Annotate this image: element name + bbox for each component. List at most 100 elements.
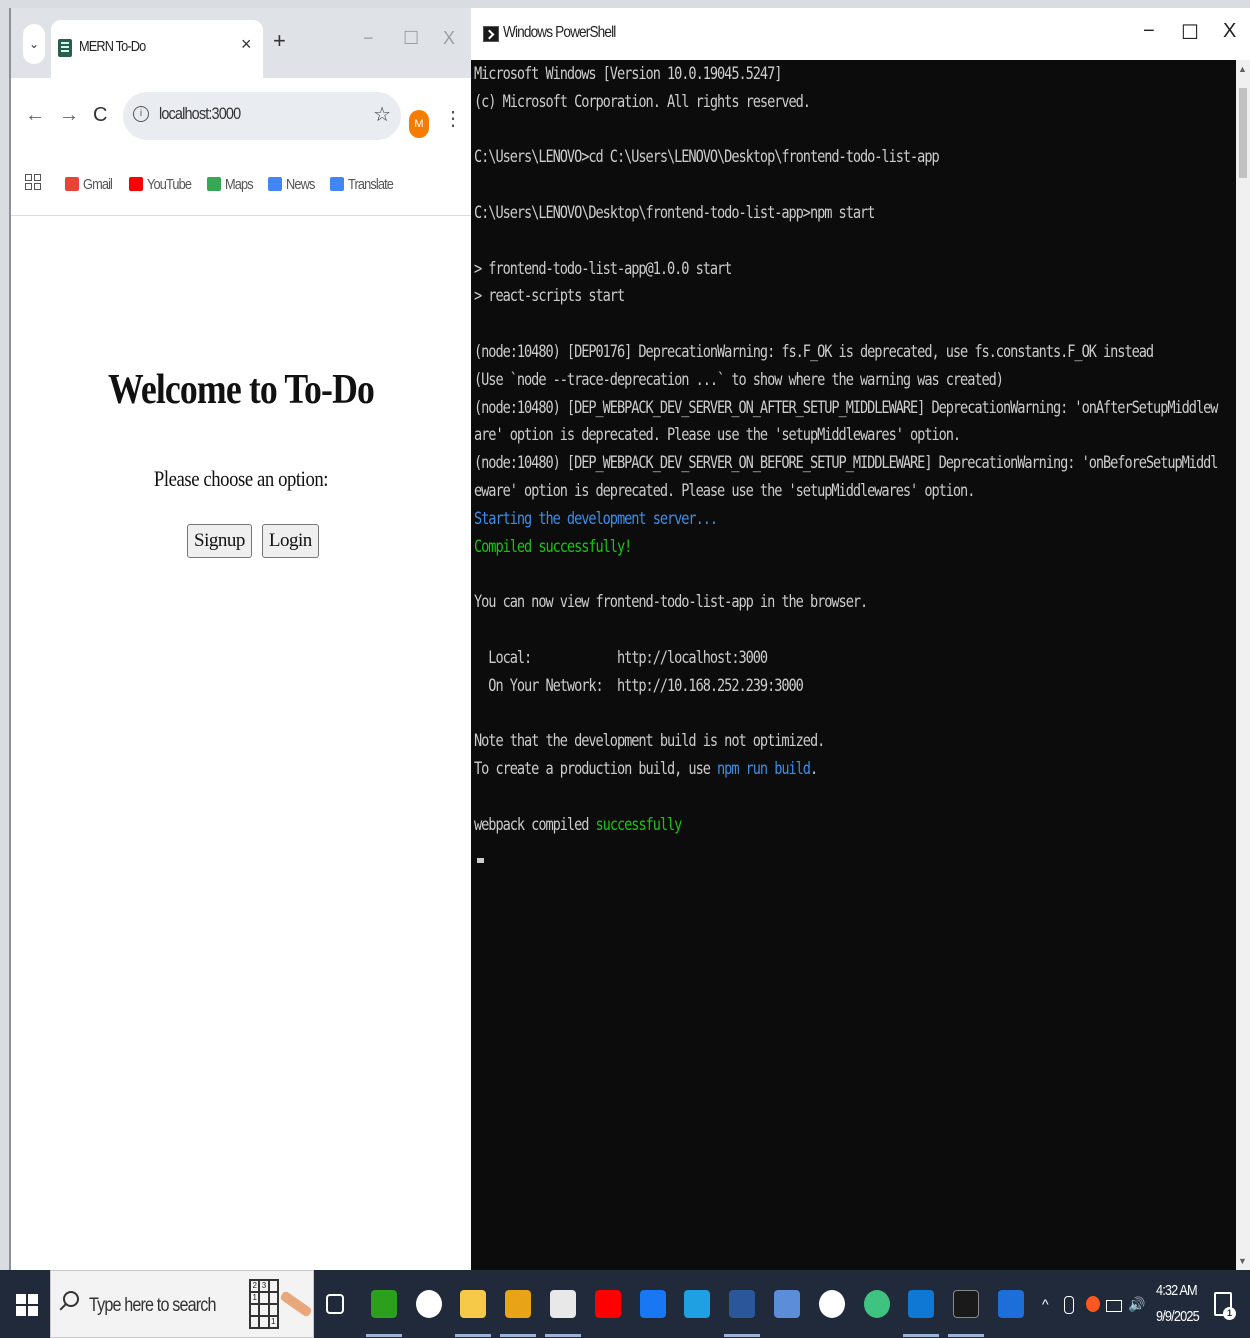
- running-indicator: [948, 1334, 985, 1337]
- taskbar: Type here to search 2311 ^ 🔊 4:32 AM 9/9…: [0, 1270, 1250, 1338]
- quickbooks-icon[interactable]: [370, 1290, 397, 1318]
- console-line: (node:10480) [DEP_WEBPACK_DEV_SERVER_ON_…: [474, 453, 1218, 474]
- console-line: > frontend-todo-list-app@1.0.0 start: [474, 258, 732, 279]
- ps-minimize-button[interactable]: −: [1143, 20, 1155, 43]
- console-line: webpack compiled successfully: [474, 814, 682, 835]
- file-explorer-icon[interactable]: [460, 1290, 487, 1318]
- paint-icon[interactable]: [998, 1290, 1024, 1318]
- close-window-button[interactable]: X: [443, 28, 455, 49]
- scroll-up-icon[interactable]: ▲: [1238, 64, 1247, 74]
- ps-maximize-button[interactable]: ☐: [1181, 20, 1199, 45]
- pencil-icon: [279, 1290, 313, 1318]
- outlook-icon[interactable]: [908, 1290, 935, 1318]
- powershell-title-bar: Windows PowerShell − ☐ X: [471, 8, 1250, 60]
- apps-grid-icon[interactable]: [25, 174, 41, 190]
- bookmark-news[interactable]: News: [268, 172, 320, 196]
- address-bar[interactable]: i localhost:3000 ☆: [123, 92, 401, 140]
- search-icon: [63, 1291, 79, 1307]
- bookmark-star-icon[interactable]: ☆: [373, 102, 391, 127]
- tab-search-icon[interactable]: ⌄: [23, 24, 45, 64]
- minimize-button[interactable]: −: [363, 28, 374, 49]
- console-line: (c) Microsoft Corporation. All rights re…: [474, 91, 811, 112]
- gmail-icon: [65, 177, 79, 191]
- news-icon: [268, 177, 282, 191]
- ps-close-button[interactable]: X: [1223, 20, 1236, 43]
- edge-icon[interactable]: [684, 1290, 711, 1318]
- bookmarks-bar: Gmail YouTube Maps News Translate: [11, 156, 471, 216]
- site-info-icon[interactable]: i: [133, 106, 149, 122]
- chrome-icon[interactable]: [505, 1290, 532, 1318]
- page-subtitle: Please choose an option:: [153, 466, 329, 491]
- console-line: Local: http://localhost:3000: [474, 647, 768, 668]
- tray-chrome-icon[interactable]: [1086, 1296, 1100, 1312]
- tray-chevron-icon[interactable]: ^: [1042, 1296, 1049, 1312]
- powershell-title: Windows PowerShell: [503, 24, 616, 41]
- circle-app-icon[interactable]: [863, 1290, 890, 1318]
- windows-start-icon[interactable]: [16, 1294, 38, 1316]
- bookmark-gmail[interactable]: Gmail: [65, 172, 117, 196]
- app-icon[interactable]: [774, 1290, 800, 1318]
- search-placeholder[interactable]: Type here to search: [89, 1295, 216, 1317]
- console-cursor: [477, 858, 484, 863]
- running-indicator: [455, 1334, 492, 1337]
- bookmark-translate[interactable]: Translate: [330, 172, 401, 196]
- maximize-button[interactable]: ☐: [403, 28, 419, 49]
- tab-close-icon[interactable]: ×: [241, 34, 252, 55]
- taskbar-search[interactable]: Type here to search 2311: [50, 1270, 314, 1338]
- battery-icon[interactable]: [1106, 1300, 1122, 1312]
- powershell-icon: [483, 26, 499, 42]
- running-indicator: [724, 1334, 761, 1337]
- terminal-icon[interactable]: [953, 1290, 980, 1318]
- console-line: C:\Users\LENOVO\Desktop\frontend-todo-li…: [474, 203, 875, 223]
- tab-title: MERN To-Do: [79, 38, 146, 55]
- console-output[interactable]: Microsoft Windows [Version 10.0.19045.52…: [474, 64, 1239, 1264]
- console-line: Note that the development build is not o…: [474, 731, 825, 752]
- running-indicator: [545, 1334, 581, 1337]
- tab-mern-todo[interactable]: MERN To-Do ×: [51, 20, 263, 78]
- bookmark-youtube[interactable]: YouTube: [129, 172, 199, 196]
- volume-icon[interactable]: 🔊: [1128, 1296, 1145, 1313]
- task-view-icon[interactable]: [326, 1294, 344, 1314]
- option-buttons: Signup Login: [187, 524, 319, 558]
- facebook-icon[interactable]: [639, 1290, 666, 1318]
- tray-app-icon[interactable]: [1064, 1296, 1074, 1314]
- console-scrollbar[interactable]: ▲ ▼: [1236, 60, 1250, 1270]
- word-icon[interactable]: [729, 1290, 756, 1318]
- login-button[interactable]: Login: [261, 524, 319, 558]
- page-title: Welcome to To-Do: [107, 367, 375, 413]
- scroll-thumb[interactable]: [1239, 88, 1247, 178]
- profile-avatar[interactable]: M: [409, 110, 429, 138]
- notification-badge: 1: [1223, 1307, 1236, 1320]
- reload-icon[interactable]: C: [93, 104, 107, 127]
- back-icon[interactable]: ←: [25, 104, 45, 127]
- console-line: On Your Network: http://10.168.252.239:3…: [474, 675, 804, 696]
- scroll-down-icon[interactable]: ▼: [1238, 1256, 1247, 1266]
- console-line: (Use `node --trace-deprecation ...` to s…: [474, 369, 1004, 390]
- console-line: You can now view frontend-todo-list-app …: [474, 592, 868, 613]
- clock-date[interactable]: 9/9/2025: [1156, 1308, 1200, 1325]
- todo-favicon-icon: [58, 39, 72, 57]
- signup-button[interactable]: Signup: [187, 524, 252, 558]
- console-line: C:\Users\LENOVO>cd C:\Users\LENOVO\Deskt…: [474, 147, 940, 168]
- address-url[interactable]: localhost:3000: [159, 104, 241, 124]
- running-indicator: [365, 1334, 402, 1337]
- console-line: To create a production build, use npm ru…: [474, 759, 818, 779]
- forward-icon[interactable]: →: [59, 104, 79, 127]
- page-content: Welcome to To-Do Please choose an option…: [11, 216, 471, 1270]
- notification-icon[interactable]: 1: [1214, 1292, 1236, 1320]
- browser-window: ⌄ MERN To-Do × + − ☐ X ← → C i localhost…: [9, 8, 471, 1270]
- console-line: Starting the development server...: [474, 508, 718, 529]
- console-line: > react-scripts start: [474, 286, 625, 307]
- youtube-icon[interactable]: [594, 1290, 621, 1318]
- sudoku-icon: 2311: [249, 1279, 279, 1329]
- browser-menu-icon[interactable]: ⋮: [443, 106, 463, 131]
- clock-time[interactable]: 4:32 AM: [1156, 1282, 1198, 1299]
- github-icon[interactable]: [818, 1290, 845, 1318]
- notepad-icon[interactable]: [550, 1290, 576, 1318]
- chatgpt-icon[interactable]: [415, 1290, 442, 1318]
- console-line: eware' option is deprecated. Please use …: [474, 481, 975, 501]
- youtube-icon: [129, 177, 143, 191]
- maps-icon: [207, 177, 221, 191]
- bookmark-maps[interactable]: Maps: [207, 172, 258, 196]
- new-tab-button[interactable]: +: [273, 28, 286, 54]
